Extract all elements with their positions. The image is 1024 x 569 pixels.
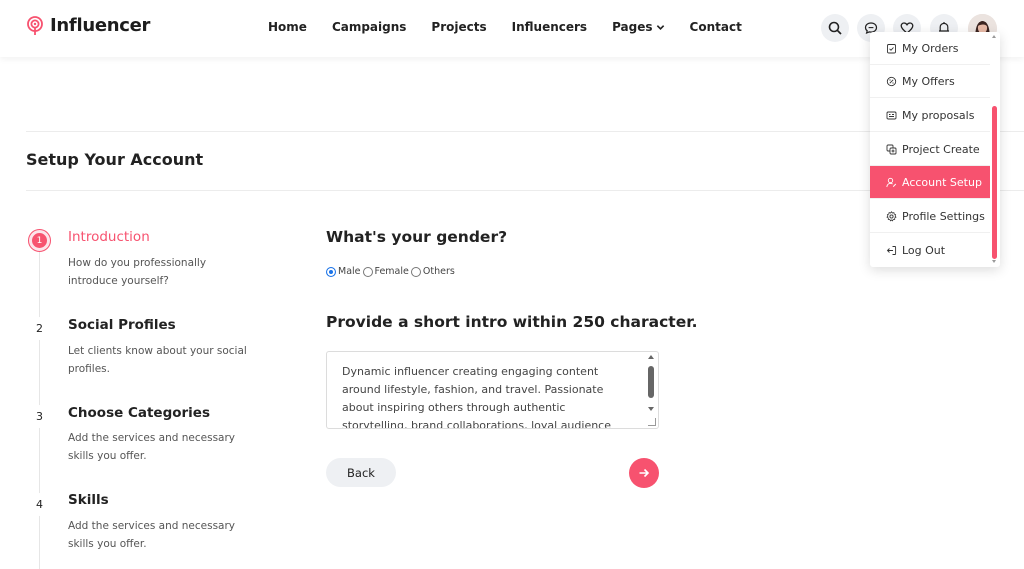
search-icon	[828, 21, 842, 35]
menu-label-my-offers: My Offers	[902, 74, 955, 88]
project-create-icon	[886, 144, 897, 154]
intro-text: Dynamic influencer creating engaging con…	[342, 365, 611, 429]
menu-item-log-out[interactable]: Log Out	[870, 234, 990, 267]
nav-pages-label: Pages	[612, 20, 653, 34]
textarea-scrollbar[interactable]	[647, 354, 656, 426]
resize-grip-icon[interactable]	[648, 418, 656, 426]
chevron-down-icon	[656, 24, 664, 30]
menu-label-project-create: Project Create	[902, 142, 980, 156]
menu-item-my-proposals[interactable]: My proposals	[870, 99, 990, 132]
dropdown-scrollbar[interactable]	[992, 32, 998, 267]
nav-pages[interactable]: Pages	[612, 20, 664, 34]
menu-label-account-setup: Account Setup	[902, 175, 982, 189]
gender-radio-group: Male Female Others	[326, 266, 457, 277]
proposals-icon	[886, 111, 897, 119]
nav-campaigns[interactable]: Campaigns	[332, 20, 406, 34]
step-1-indicator: 1	[28, 229, 51, 252]
gender-label-male: Male	[338, 266, 361, 277]
gender-radio-male[interactable]	[326, 266, 336, 277]
menu-label-my-proposals: My proposals	[902, 108, 975, 122]
step-4-title[interactable]: Skills	[68, 492, 109, 508]
dropdown-scroll-up-icon[interactable]	[992, 35, 996, 38]
user-setup-icon	[886, 177, 897, 187]
step-4-indicator: 4	[28, 493, 51, 516]
user-dropdown-menu: My Orders My Offers My proposals Project…	[870, 32, 1000, 267]
dropdown-scroll-thumb[interactable]	[992, 106, 997, 259]
textarea-scroll-thumb[interactable]	[648, 366, 654, 398]
step-4-desc: Add the services and necessary skills yo…	[68, 520, 236, 550]
search-button[interactable]	[821, 14, 849, 42]
step-3-desc: Add the services and necessary skills yo…	[68, 432, 236, 462]
settings-icon	[886, 210, 897, 221]
nav-home[interactable]: Home	[268, 20, 307, 34]
menu-item-my-orders[interactable]: My Orders	[870, 32, 990, 65]
step-3-indicator: 3	[28, 405, 51, 428]
next-button[interactable]	[629, 458, 659, 488]
gender-radio-female[interactable]	[362, 266, 373, 277]
brand-name: Influencer	[50, 15, 151, 36]
main-nav: Home Campaigns Projects Influencers Page…	[268, 20, 767, 34]
menu-item-account-setup[interactable]: Account Setup	[870, 166, 990, 199]
influencer-logo-icon	[27, 15, 43, 35]
menu-item-profile-settings[interactable]: Profile Settings	[870, 200, 990, 233]
step-1-desc: How do you professionally introduce your…	[68, 257, 207, 287]
intro-question: Provide a short intro within 250 charact…	[326, 313, 698, 331]
step-3-title[interactable]: Choose Categories	[68, 405, 210, 421]
menu-label-my-orders: My Orders	[902, 41, 959, 55]
gender-question: What's your gender?	[326, 228, 508, 246]
gender-label-female: Female	[374, 266, 409, 277]
arrow-right-icon	[639, 468, 650, 478]
menu-label-profile-settings: Profile Settings	[902, 209, 985, 223]
nav-influencers[interactable]: Influencers	[512, 20, 587, 34]
scroll-down-arrow-icon[interactable]	[648, 407, 654, 411]
gender-radio-others[interactable]	[410, 266, 421, 277]
menu-item-project-create[interactable]: Project Create	[870, 133, 990, 166]
brand-logo[interactable]: Influencer	[26, 15, 150, 36]
scroll-up-arrow-icon[interactable]	[648, 355, 654, 359]
step-2-desc: Let clients know about your social profi…	[68, 345, 247, 375]
logout-icon	[886, 246, 897, 255]
back-button[interactable]: Back	[326, 458, 396, 487]
gender-label-others: Others	[422, 266, 455, 277]
dropdown-scroll-down-icon[interactable]	[992, 260, 996, 263]
step-1-title[interactable]: Introduction	[68, 229, 150, 245]
step-2-title[interactable]: Social Profiles	[68, 317, 176, 333]
intro-textarea[interactable]: Dynamic influencer creating engaging con…	[326, 351, 659, 429]
step-2-indicator: 2	[28, 317, 51, 340]
step-1-number: 1	[32, 233, 47, 248]
nav-projects[interactable]: Projects	[431, 20, 486, 34]
nav-contact[interactable]: Contact	[690, 20, 742, 34]
orders-icon	[887, 43, 896, 53]
menu-item-my-offers[interactable]: My Offers	[870, 65, 990, 98]
offers-icon	[886, 76, 897, 86]
menu-label-log-out: Log Out	[902, 244, 946, 257]
page-title: Setup Your Account	[26, 150, 204, 169]
